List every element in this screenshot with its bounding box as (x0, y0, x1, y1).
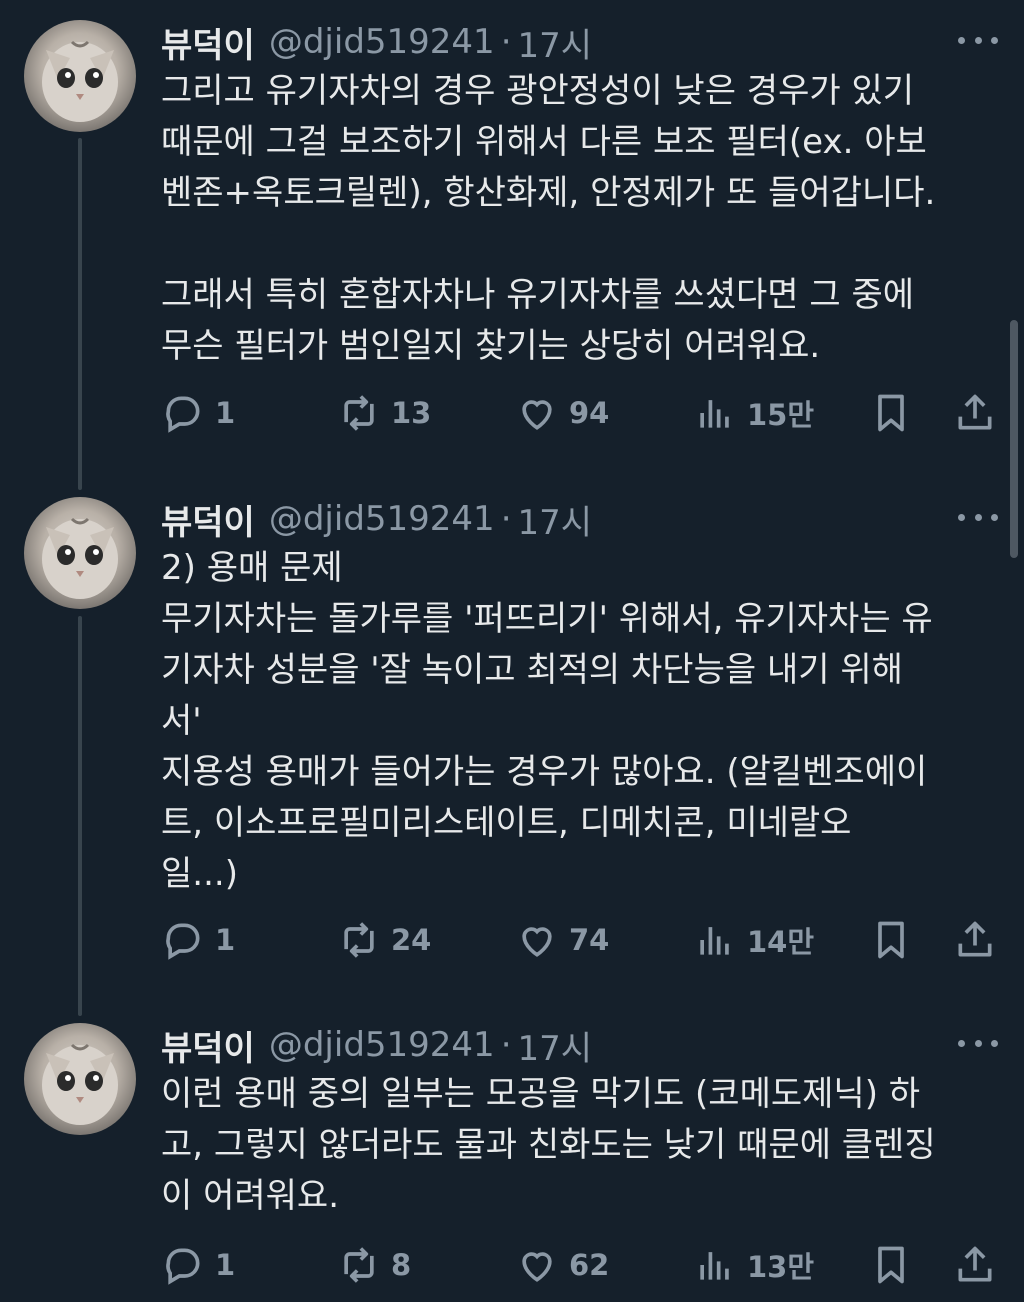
bookmark-button[interactable] (869, 1240, 913, 1290)
bookmark-icon (869, 1243, 913, 1287)
text-line: 무기자차는 돌가루를 '퍼뜨리기' 위해서, 유기자차는 유 (161, 599, 933, 639)
thread-line (78, 616, 82, 1016)
like-icon (515, 1243, 559, 1287)
display-name[interactable]: 뷰덕이 (161, 1021, 255, 1070)
like-count: 74 (569, 923, 610, 957)
views-count: 13만 (747, 1250, 815, 1284)
display-name[interactable]: 뷰덕이 (161, 495, 255, 544)
views-button[interactable]: 15만 (693, 388, 814, 438)
text-line: 2) 용매 문제 (161, 548, 343, 588)
like-count: 62 (569, 1248, 610, 1282)
avatar[interactable] (24, 497, 136, 609)
like-button[interactable]: 74 (515, 915, 609, 965)
like-icon (515, 918, 559, 962)
retweet-count: 24 (391, 923, 432, 957)
timestamp[interactable]: 17시 (518, 18, 593, 67)
share-button[interactable] (953, 1240, 997, 1290)
reply-button[interactable]: 1 (161, 388, 235, 438)
avatar[interactable] (24, 20, 136, 132)
views-icon (693, 391, 737, 435)
views-icon (693, 918, 737, 962)
like-icon (515, 391, 559, 435)
reply-count: 1 (215, 396, 236, 430)
retweet-button[interactable]: 13 (337, 388, 431, 438)
retweet-count: 13 (391, 396, 432, 430)
timestamp[interactable]: 17시 (518, 1021, 593, 1070)
text-line: 벤존+옥토크릴렌), 항산화제, 안정제가 또 들어갑니다. (161, 173, 936, 213)
reply-button[interactable]: 1 (161, 1240, 235, 1290)
text-line: 기자차 성분을 '잘 녹이고 최적의 차단능을 내기 위해 (161, 650, 903, 690)
share-icon (953, 1243, 997, 1287)
retweet-count: 8 (391, 1248, 412, 1282)
tweet-text: 그리고 유기자차의 경우 광안정성이 낮은 경우가 있기 때문에 그걸 보조하기… (161, 66, 1001, 372)
text-line: 때문에 그걸 보조하기 위해서 다른 보조 필터(ex. 아보 (161, 122, 927, 162)
views-button[interactable]: 14만 (693, 915, 814, 965)
like-count: 94 (569, 396, 610, 430)
more-icon[interactable] (958, 505, 998, 529)
user-handle[interactable]: @djid519241 (269, 1025, 495, 1065)
reply-icon (161, 1243, 205, 1287)
avatar[interactable] (24, 1023, 136, 1135)
tweet-header: 뷰덕이 @djid519241 · 17시 (161, 18, 593, 67)
scrollbar[interactable] (1010, 320, 1018, 558)
tweet-header: 뷰덕이 @djid519241 · 17시 (161, 1021, 593, 1070)
display-name[interactable]: 뷰덕이 (161, 18, 255, 67)
text-line: 그리고 유기자차의 경우 광안정성이 낮은 경우가 있기 (161, 71, 915, 111)
like-button[interactable]: 94 (515, 388, 609, 438)
tweet-text: 2) 용매 문제 무기자차는 돌가루를 '퍼뜨리기' 위해서, 유기자차는 유 … (161, 543, 1001, 900)
text-line: 무슨 필터가 범인일지 찾기는 상당히 어려워요. (161, 326, 821, 366)
more-icon[interactable] (958, 28, 998, 52)
views-button[interactable]: 13만 (693, 1240, 814, 1290)
tweet-header: 뷰덕이 @djid519241 · 17시 (161, 495, 593, 544)
text-line: 고, 그렇지 않더라도 물과 친화도는 낮기 때문에 클렌징 (161, 1125, 936, 1165)
reply-icon (161, 391, 205, 435)
text-line: 일...) (161, 854, 238, 894)
bookmark-icon (869, 918, 913, 962)
reply-icon (161, 918, 205, 962)
retweet-button[interactable]: 8 (337, 1240, 411, 1290)
action-bar: 1 24 74 14만 (161, 915, 1001, 965)
retweet-icon (337, 918, 381, 962)
text-line: 트, 이소프로필미리스테이트, 디메치콘, 미네랄오 (161, 803, 852, 843)
separator: · (500, 1025, 512, 1065)
share-button[interactable] (953, 388, 997, 438)
retweet-icon (337, 391, 381, 435)
action-bar: 1 8 62 13만 (161, 1240, 1001, 1290)
more-icon[interactable] (958, 1031, 998, 1055)
reply-count: 1 (215, 923, 236, 957)
like-button[interactable]: 62 (515, 1240, 609, 1290)
views-count: 14만 (747, 925, 815, 959)
cat-avatar-image (42, 40, 118, 122)
cat-avatar-image (42, 1043, 118, 1125)
timestamp[interactable]: 17시 (518, 495, 593, 544)
cat-avatar-image (42, 517, 118, 599)
share-icon (953, 391, 997, 435)
separator: · (500, 22, 512, 62)
bookmark-icon (869, 391, 913, 435)
text-line: 서' (161, 701, 202, 741)
reply-count: 1 (215, 1248, 236, 1282)
views-count: 15만 (747, 398, 815, 432)
text-line: 이 어려워요. (161, 1176, 340, 1216)
separator: · (500, 499, 512, 539)
views-icon (693, 1243, 737, 1287)
text-line: 이런 용매 중의 일부는 모공을 막기도 (코메도제닉) 하 (161, 1074, 921, 1114)
bookmark-button[interactable] (869, 388, 913, 438)
user-handle[interactable]: @djid519241 (269, 499, 495, 539)
retweet-icon (337, 1243, 381, 1287)
text-line: 그래서 특히 혼합자차나 유기자차를 쓰셨다면 그 중에 (161, 275, 915, 315)
bookmark-button[interactable] (869, 915, 913, 965)
reply-button[interactable]: 1 (161, 915, 235, 965)
retweet-button[interactable]: 24 (337, 915, 431, 965)
tweet-text: 이런 용매 중의 일부는 모공을 막기도 (코메도제닉) 하 고, 그렇지 않더… (161, 1069, 1001, 1222)
user-handle[interactable]: @djid519241 (269, 22, 495, 62)
thread-line (78, 138, 82, 490)
share-icon (953, 918, 997, 962)
share-button[interactable] (953, 915, 997, 965)
text-line: 지용성 용매가 들어가는 경우가 많아요. (알킬벤조에이 (161, 752, 928, 792)
action-bar: 1 13 94 15만 (161, 388, 1001, 438)
